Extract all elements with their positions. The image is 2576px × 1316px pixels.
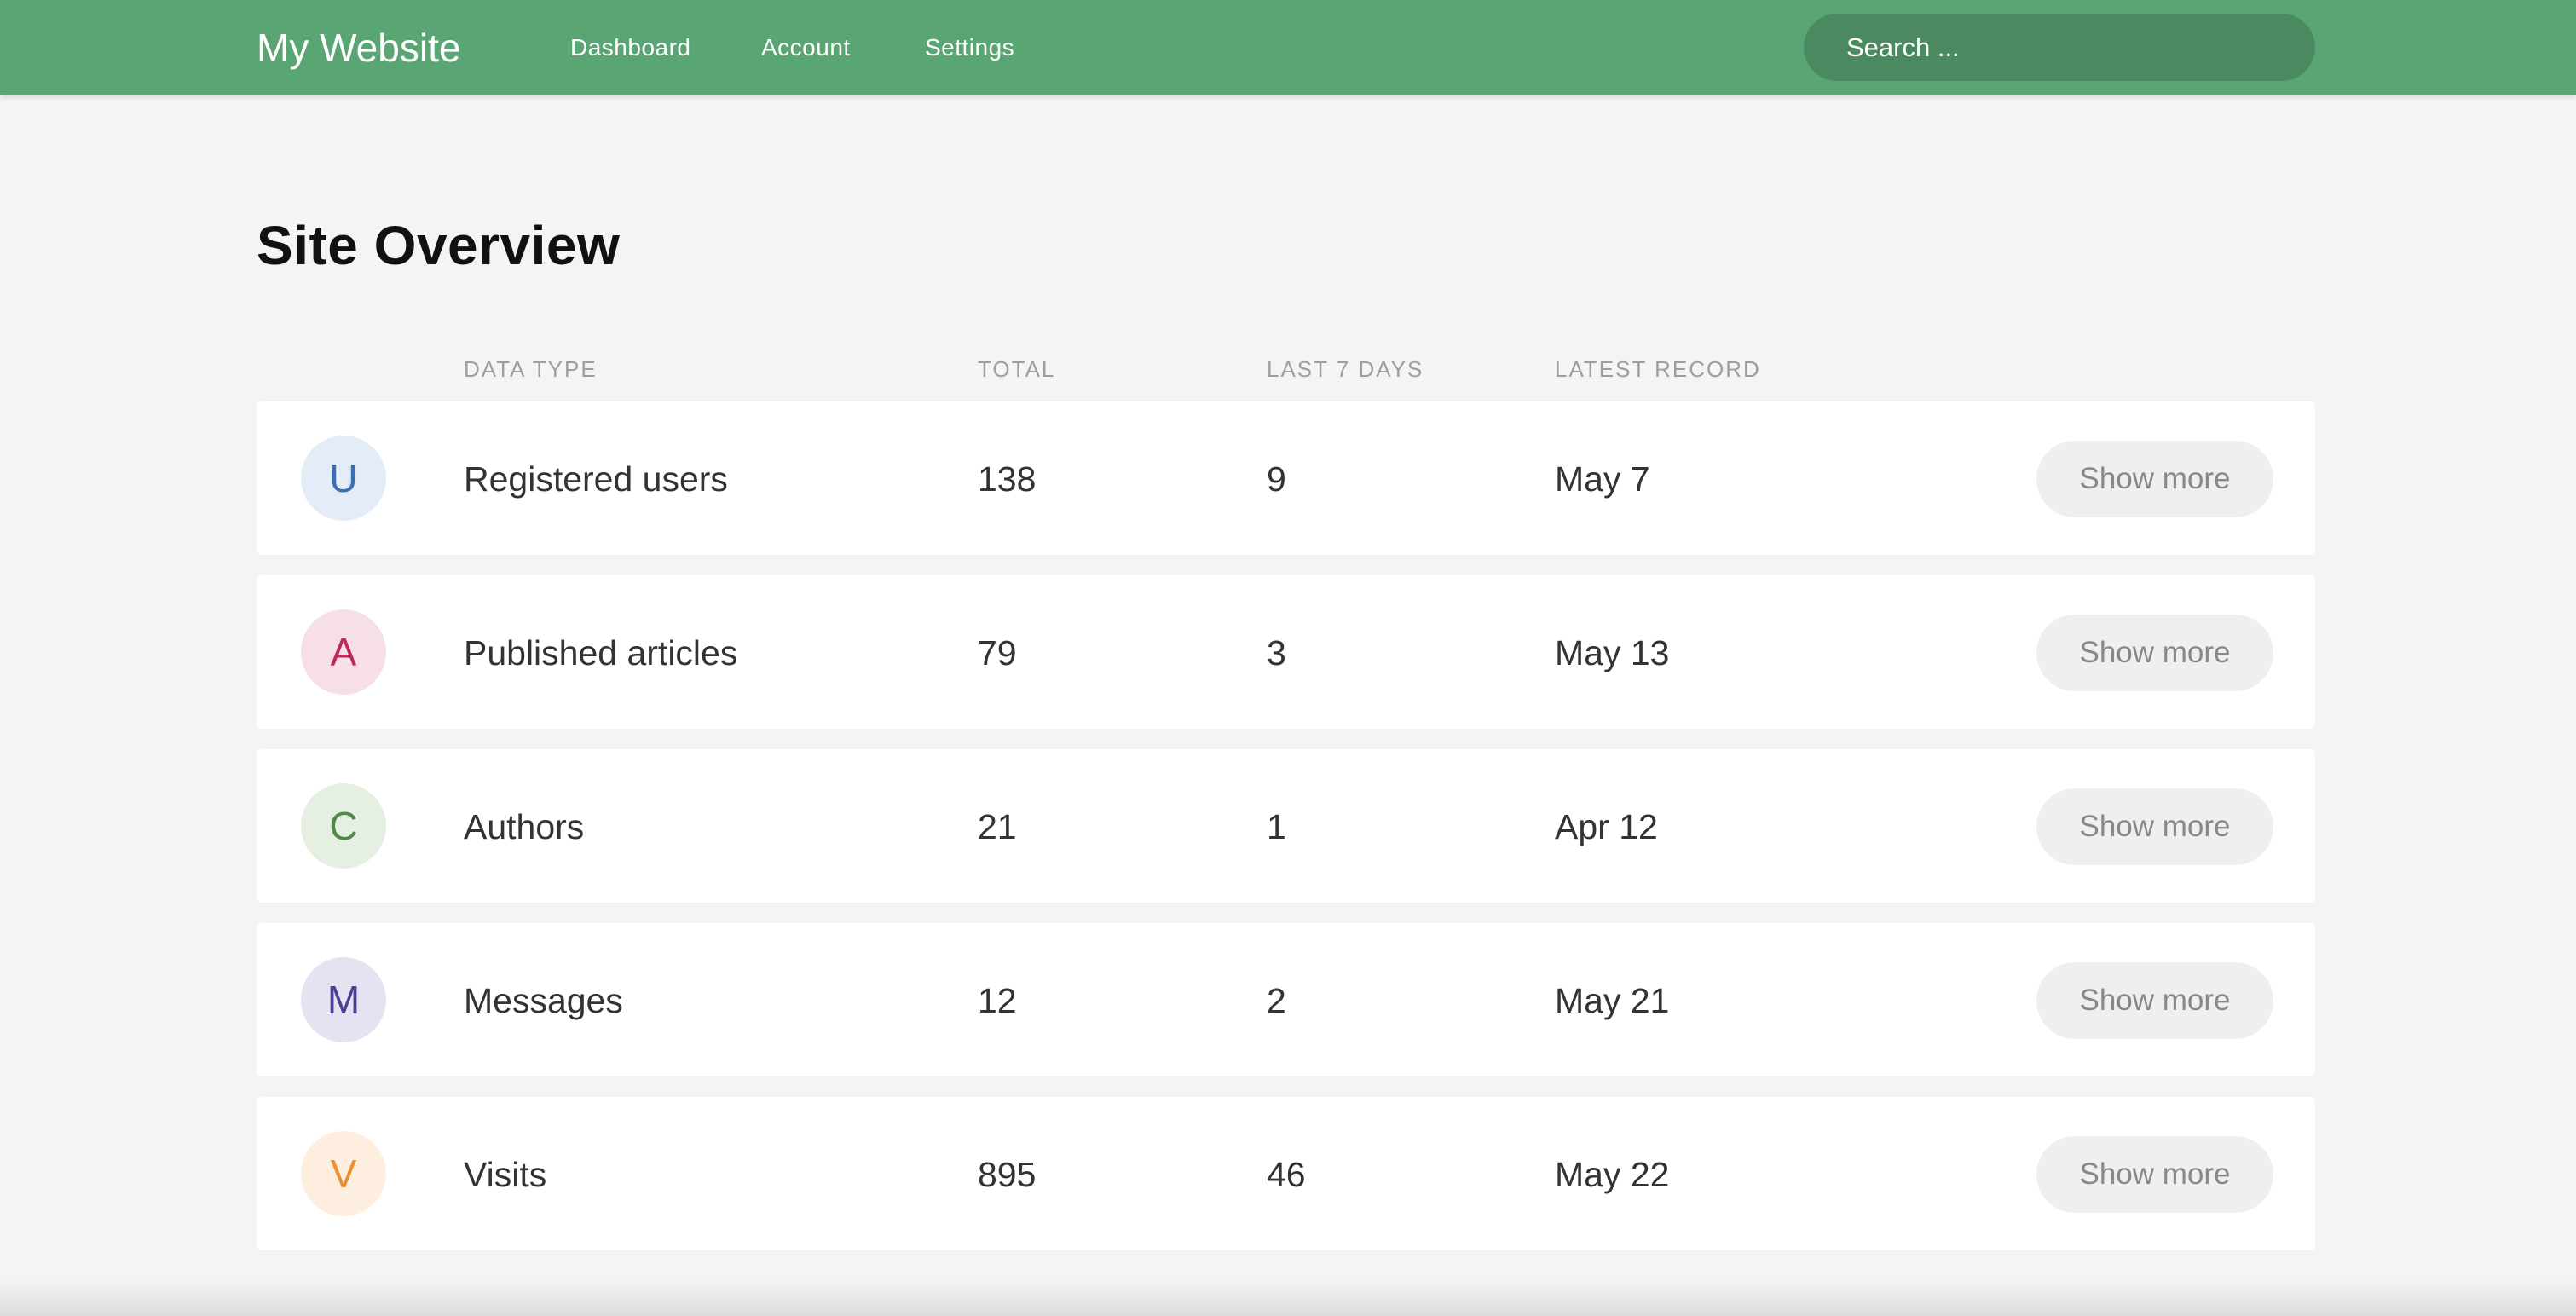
total-cell: 138: [978, 459, 1037, 499]
nav-link-account[interactable]: Account: [761, 32, 851, 63]
table-row: A Published articles 79 3 May 13 Show mo…: [257, 575, 2315, 729]
last-7-days-cell: 1: [1267, 807, 1286, 846]
column-header-latest-record: LATEST RECORD: [1555, 356, 1761, 382]
last-7-days-cell: 9: [1267, 459, 1286, 499]
table-row: V Visits 895 46 May 22 Show more: [257, 1097, 2315, 1250]
search-input[interactable]: [1804, 14, 2315, 81]
column-header-data-type: DATA TYPE: [464, 356, 598, 382]
show-more-button[interactable]: Show more: [2036, 788, 2273, 865]
data-type-cell: Published articles: [464, 633, 738, 672]
total-cell: 12: [978, 981, 1017, 1020]
last-7-days-cell: 3: [1267, 633, 1286, 672]
avatar: V: [301, 1131, 386, 1216]
show-more-button[interactable]: Show more: [2036, 962, 2273, 1039]
column-header-total: TOTAL: [978, 356, 1056, 382]
avatar: A: [301, 609, 386, 695]
page-title: Site Overview: [257, 215, 621, 276]
latest-record-cell: Apr 12: [1555, 807, 1658, 846]
total-cell: 895: [978, 1155, 1037, 1194]
table-row: M Messages 12 2 May 21 Show more: [257, 923, 2315, 1076]
data-type-cell: Authors: [464, 807, 585, 846]
latest-record-cell: May 22: [1555, 1155, 1670, 1194]
table-row: C Authors 21 1 Apr 12 Show more: [257, 749, 2315, 903]
nav-link-settings[interactable]: Settings: [925, 32, 1014, 63]
data-type-cell: Visits: [464, 1155, 547, 1194]
site-brand[interactable]: My Website: [257, 24, 460, 72]
data-type-cell: Messages: [464, 981, 623, 1020]
nav-link-dashboard[interactable]: Dashboard: [570, 32, 690, 63]
total-cell: 79: [978, 633, 1017, 672]
latest-record-cell: May 13: [1555, 633, 1670, 672]
column-header-last-7-days: LAST 7 DAYS: [1267, 356, 1424, 382]
last-7-days-cell: 46: [1267, 1155, 1306, 1194]
show-more-button[interactable]: Show more: [2036, 1136, 2273, 1213]
table-row: U Registered users 138 9 May 7 Show more: [257, 401, 2315, 555]
avatar: C: [301, 783, 386, 869]
total-cell: 21: [978, 807, 1017, 846]
avatar: U: [301, 436, 386, 521]
avatar: M: [301, 957, 386, 1042]
top-navbar: My Website Dashboard Account Settings: [0, 0, 2576, 95]
latest-record-cell: May 21: [1555, 981, 1670, 1020]
show-more-button[interactable]: Show more: [2036, 615, 2273, 691]
latest-record-cell: May 7: [1555, 459, 1650, 499]
show-more-button[interactable]: Show more: [2036, 441, 2273, 517]
bottom-shadow: [0, 1278, 2576, 1316]
last-7-days-cell: 2: [1267, 981, 1286, 1020]
data-type-cell: Registered users: [464, 459, 728, 499]
